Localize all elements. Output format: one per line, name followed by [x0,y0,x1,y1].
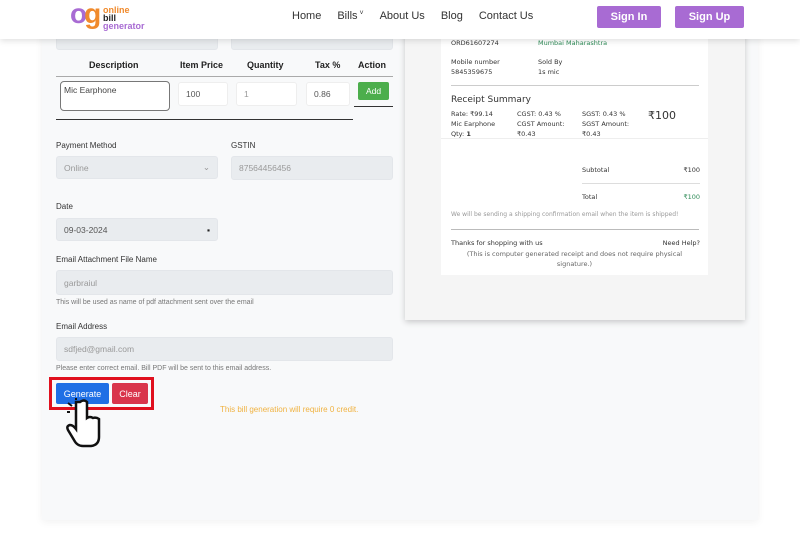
qty: 1 [466,130,471,138]
item-amount: ₹100 [648,109,676,122]
quantity-input[interactable]: 1 [236,82,297,106]
summary-title: Receipt Summary [451,95,531,105]
nav-about[interactable]: About Us [380,10,425,22]
cgst-amount: ₹0.43 [517,130,536,138]
mobile-label: Mobile number [451,58,500,66]
sgst: SGST: 0.43 % [582,110,626,118]
nav-contact[interactable]: Contact Us [479,10,533,22]
navbar: og online bill generator Home Bills ˅ Ab… [0,0,800,39]
subtotal-label: Subtotal [582,166,610,174]
chevron-down-icon: ⌄ [202,162,210,172]
logo-text: generator [103,21,145,31]
divider [451,85,699,86]
date-input[interactable]: 09-03-2024 ▪ [56,218,218,241]
credit-note: This bill generation will require 0 cred… [220,405,359,414]
file-name-input[interactable]: garbraiul [56,270,393,295]
divider [56,119,353,120]
email-input[interactable]: sdfjed@gmail.com [56,337,393,361]
add-button[interactable]: Add [358,82,389,100]
header-price: Item Price [180,60,224,70]
file-name-help: This will be used as name of pdf attachm… [56,299,254,306]
qty-label: Qty: [451,130,465,138]
cgst: CGST: 0.43 % [517,110,561,118]
header-tax: Tax % [315,60,341,70]
sign-in-button[interactable]: Sign In [597,6,661,28]
chevron-down-icon: ˅ [357,10,364,17]
calendar-icon[interactable]: ▪ [207,225,210,235]
logo-mark: og [70,0,101,29]
sgst-amount-label: SGST Amount: [582,120,630,128]
description-input[interactable]: Mic Earphone [60,81,170,111]
divider [354,106,393,107]
item-name: Mic Earphone [451,120,496,128]
shipping-note: We will be sending a shipping confirmati… [451,211,679,218]
header-description: Description [89,60,139,70]
need-help-link[interactable]: Need Help? [663,239,700,247]
thanks-text: Thanks for shopping with us [451,239,543,247]
cgst-amount-label: CGST Amount: [517,120,565,128]
header-action: Action [358,60,386,70]
divider [451,229,699,230]
sgst-amount: ₹0.43 [582,130,601,138]
payment-label: Payment Method [56,141,117,150]
sign-up-button[interactable]: Sign Up [675,6,744,28]
email-help: Please enter correct email. Bill PDF wil… [56,365,272,372]
email-label: Email Address [56,322,108,331]
nav-home[interactable]: Home [292,10,321,22]
gstin-label: GSTIN [231,141,256,150]
gstin-input[interactable]: 87564456456 [231,156,393,180]
divider [582,183,700,184]
price-input[interactable]: 100 [178,82,228,106]
file-name-label: Email Attachment File Name [56,255,157,264]
nav-bills[interactable]: Bills ˅ [337,10,363,22]
order-id: ORD61607274 [451,39,499,47]
divider [441,138,708,139]
date-label: Date [56,202,73,211]
payment-select[interactable]: Online ⌄ [56,156,218,179]
rate: Rate: ₹99.14 [451,110,493,118]
date-value: 09-03-2024 [64,224,108,235]
tax-input[interactable]: 0.86 [306,82,350,106]
mobile: 5845359675 [451,68,493,76]
subtotal: ₹100 [683,166,700,174]
sold-by-label: Sold By [538,58,563,66]
nav-bills-label: Bills [337,10,358,22]
total: ₹100 [683,193,700,201]
location: Mumbai Maharashtra [538,39,608,47]
nav-blog[interactable]: Blog [441,10,463,22]
receipt-preview: ORD61607274 Mumbai Maharashtra Mobile nu… [405,30,745,320]
clear-button[interactable]: Clear [112,383,148,404]
header-quantity: Quantity [247,60,284,70]
payment-value: Online [64,162,89,173]
divider [56,76,393,77]
disclaimer: (This is computer generated receipt and … [466,250,683,268]
hand-pointer-icon [66,398,106,453]
total-label: Total [582,193,598,201]
sold-by: 1s mic [538,68,560,76]
receipt: ORD61607274 Mumbai Maharashtra Mobile nu… [441,30,708,275]
logo[interactable]: og online bill generator [70,0,160,32]
